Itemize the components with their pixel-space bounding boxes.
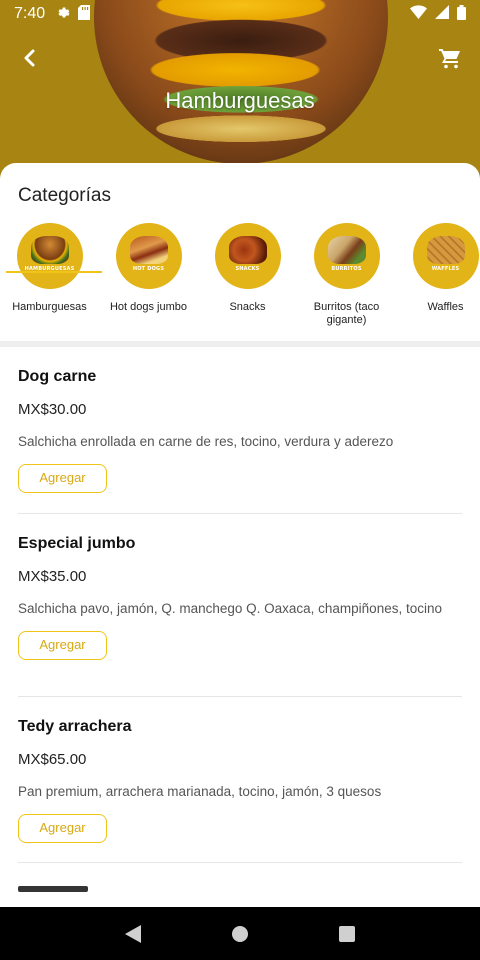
category-badge: HOT DOGS [132, 266, 165, 272]
add-button[interactable]: Agregar [18, 814, 107, 843]
category-label: Hamburguesas [12, 301, 87, 313]
product-price: MX$30.00 [18, 401, 87, 418]
waffle-thumbnail-icon [426, 236, 465, 264]
category-item-hamburguesas[interactable]: HAMBURGUESAS Hamburguesas [0, 223, 99, 335]
page-title: Hamburguesas [165, 88, 315, 113]
product-name: Dog carne [18, 368, 97, 385]
wings-thumbnail-icon [228, 236, 267, 264]
product-price: MX$35.00 [18, 568, 87, 585]
category-label: Hot dogs jumbo [109, 301, 188, 313]
category-item-snacks[interactable]: SNACKS Snacks [198, 223, 297, 335]
product-separator [18, 862, 462, 863]
category-item-burritos[interactable]: BURRITOS Burritos (taco gigante) [297, 223, 396, 335]
next-product-peek [18, 886, 88, 892]
category-image: SNACKS [214, 223, 281, 289]
status-time: 7:40 [14, 5, 46, 22]
sd-card-icon [78, 4, 91, 24]
add-button[interactable]: Agregar [18, 464, 107, 493]
status-bar: 7:40 [0, 0, 480, 28]
product-description: Pan premium, arrachera marianada, tocino… [18, 784, 382, 799]
home-circle-icon[interactable] [226, 920, 254, 948]
product-item: Tedy arrachera MX$65.00 Pan premium, arr… [18, 718, 462, 843]
category-label: Burritos (taco gigante) [313, 301, 380, 326]
add-button[interactable]: Agregar [18, 631, 107, 660]
product-separator [18, 513, 462, 514]
category-image: BURRITOS [313, 223, 380, 289]
burrito-thumbnail-icon [327, 236, 366, 264]
hotdog-thumbnail-icon [129, 236, 168, 264]
back-chevron-icon[interactable] [18, 46, 42, 70]
system-nav-bar [0, 907, 480, 960]
category-badge: SNACKS [235, 266, 260, 272]
product-name: Especial jumbo [18, 535, 136, 552]
selected-category-indicator [6, 271, 102, 273]
back-triangle-icon[interactable] [119, 920, 147, 948]
category-image: HAMBURGUESAS [16, 223, 83, 289]
product-description: Salchicha enrollada en carne de res, toc… [18, 434, 394, 449]
category-badge: WAFFLES [431, 266, 460, 272]
category-badge: BURRITOS [331, 266, 362, 272]
category-carousel[interactable]: HAMBURGUESAS Hamburguesas HOT DOGS Hot d… [0, 223, 480, 335]
product-separator [18, 696, 462, 697]
product-description: Salchicha pavo, jamón, Q. manchego Q. Oa… [18, 601, 442, 616]
wifi-icon [410, 5, 427, 23]
category-item-waffles[interactable]: WAFFLES Waffles [396, 223, 480, 335]
battery-icon [457, 4, 466, 24]
section-divider [0, 341, 480, 347]
recents-square-icon[interactable] [333, 920, 361, 948]
category-image: HOT DOGS [115, 223, 182, 289]
product-price: MX$65.00 [18, 751, 87, 768]
settings-icon [55, 5, 70, 24]
product-item: Dog carne MX$30.00 Salchicha enrollada e… [18, 368, 462, 493]
product-name: Tedy arrachera [18, 718, 132, 735]
categories-heading: Categorías [18, 185, 111, 206]
cart-icon[interactable] [438, 46, 462, 70]
content-sheet: Categorías HAMBURGUESAS Hamburguesas HOT… [0, 163, 480, 907]
category-image: WAFFLES [412, 223, 479, 289]
category-label: Waffles [427, 301, 464, 313]
category-item-hot-dogs[interactable]: HOT DOGS Hot dogs jumbo [99, 223, 198, 335]
signal-icon [435, 5, 449, 23]
burger-thumbnail-icon [30, 236, 69, 264]
category-label: Snacks [229, 301, 266, 313]
product-item: Especial jumbo MX$35.00 Salchicha pavo, … [18, 535, 462, 660]
